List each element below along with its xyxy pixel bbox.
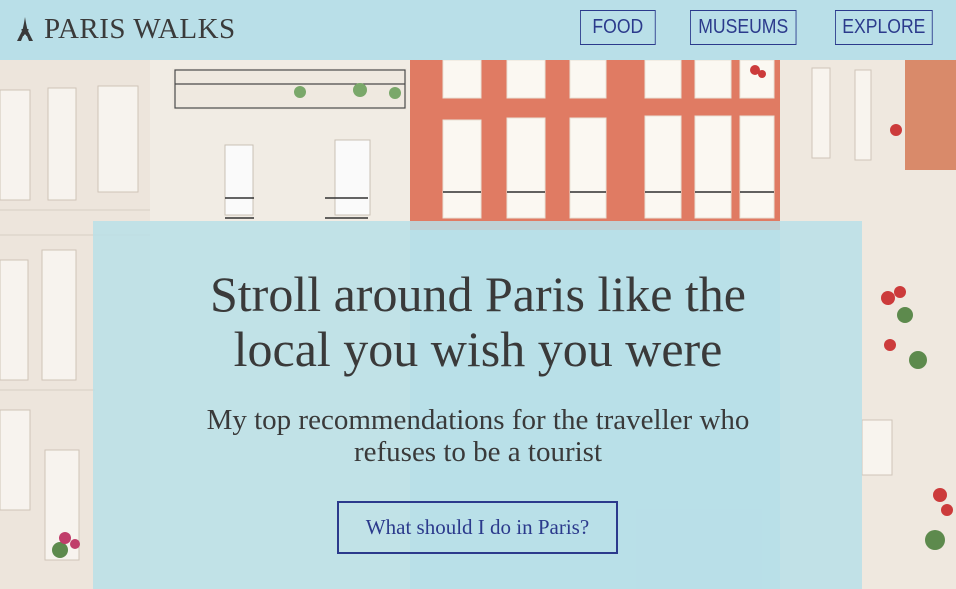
hero-title-line-2: local you wish you were xyxy=(233,321,723,377)
hero-subtitle-line-2: refuses to be a tourist xyxy=(353,436,603,468)
site-header: PARIS WALKS FOOD MUSEUMS EXPLORE xyxy=(0,0,956,60)
nav-museums-button[interactable]: MUSEUMS xyxy=(690,10,797,45)
hero-subtitle: My top recommendations for the traveller… xyxy=(0,404,956,468)
eiffel-tower-icon xyxy=(17,17,33,41)
brand-name: PARIS WALKS xyxy=(44,13,236,45)
nav-food-button[interactable]: FOOD xyxy=(580,10,656,45)
hero-subtitle-line-1: My top recommendations for the traveller… xyxy=(206,404,750,436)
nav-explore-button[interactable]: EXPLORE xyxy=(835,10,933,45)
cta-button[interactable]: What should I do in Paris? xyxy=(337,501,618,554)
site-logo[interactable]: PARIS WALKS xyxy=(16,13,236,45)
hero-title-line-1: Stroll around Paris like the xyxy=(209,266,747,322)
hero-title: Stroll around Paris like the local you w… xyxy=(0,267,956,377)
